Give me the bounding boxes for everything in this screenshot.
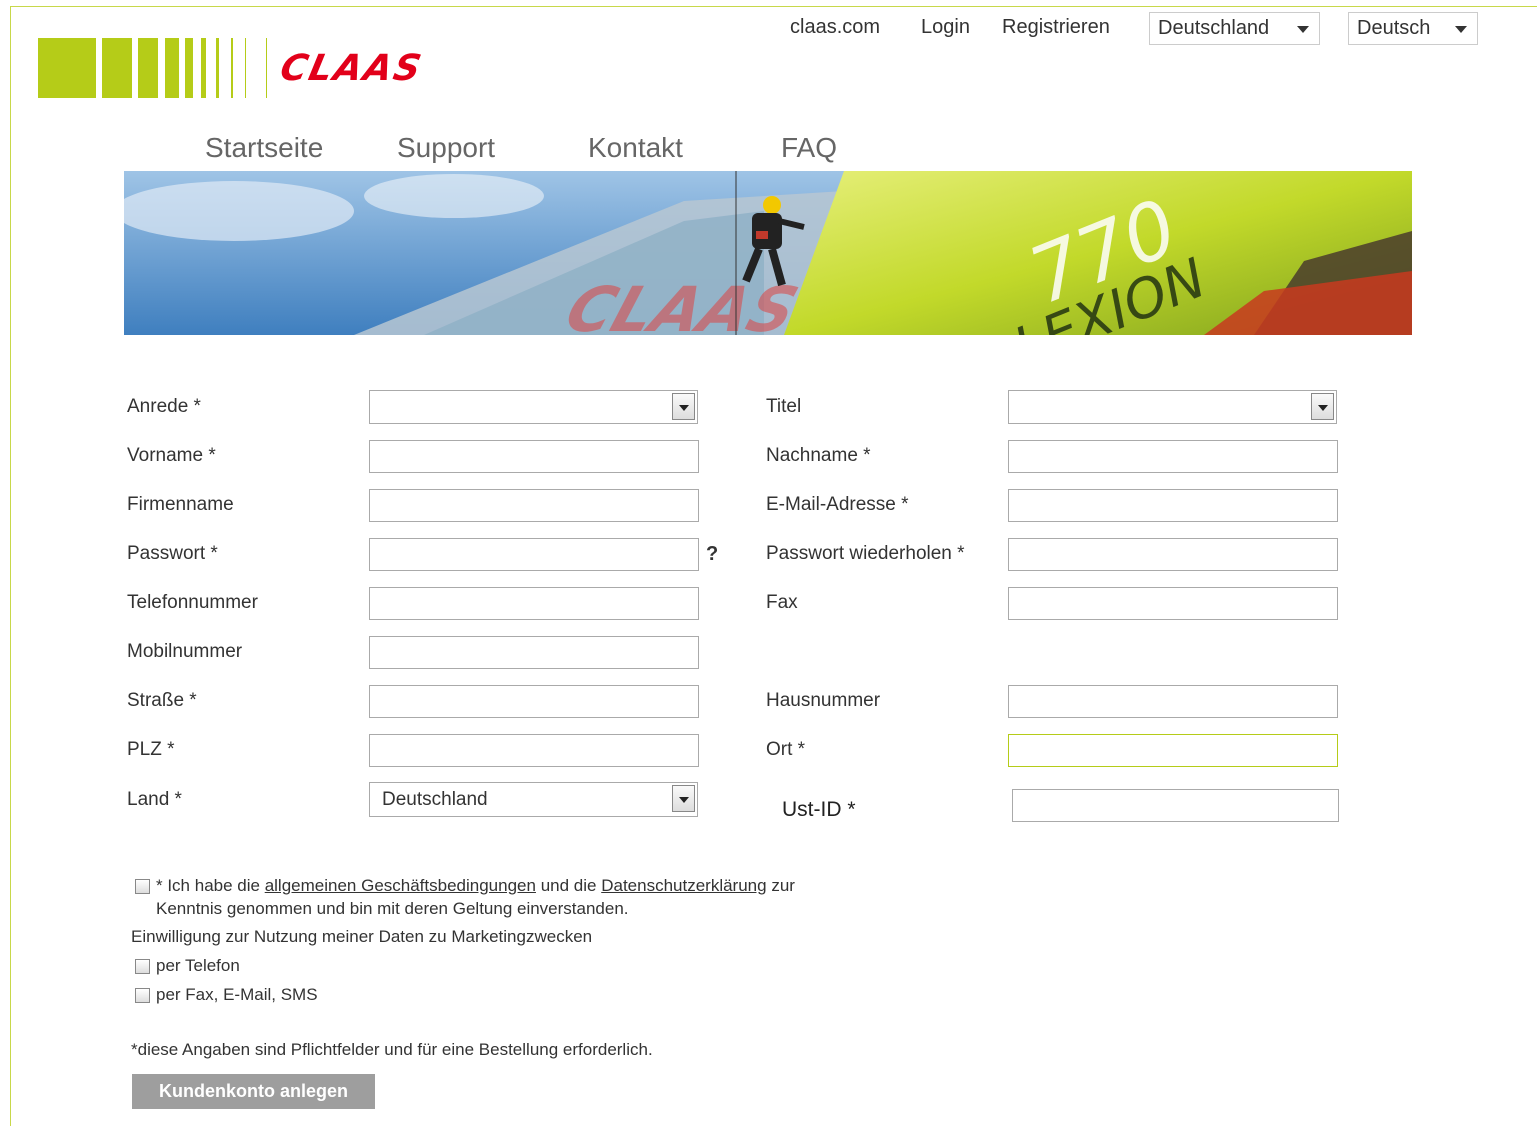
- plz-input[interactable]: [369, 734, 699, 767]
- terms-suffix: zur: [771, 876, 795, 895]
- logo-stripe: [201, 38, 206, 98]
- firmenname-label: Firmenname: [127, 494, 234, 515]
- hausnummer-input[interactable]: [1008, 685, 1338, 718]
- terms-mid: und die: [540, 876, 597, 895]
- land-label: Land *: [127, 789, 182, 810]
- hausnummer-label: Hausnummer: [766, 690, 881, 711]
- nav-faq[interactable]: FAQ: [781, 132, 837, 164]
- ustid-input[interactable]: [1012, 789, 1339, 822]
- nachname-label: Nachname *: [766, 445, 871, 466]
- hero-banner: CLAAS 770 LEXION: [124, 171, 1412, 335]
- marketing-heading: Einwilligung zur Nutzung meiner Daten zu…: [131, 927, 593, 946]
- mobil-label: Mobilnummer: [127, 641, 243, 662]
- fax-consent-checkbox[interactable]: [135, 988, 150, 1003]
- ort-input[interactable]: [1008, 734, 1338, 767]
- country-select[interactable]: Deutschland: [1149, 12, 1320, 45]
- nachname-input[interactable]: [1008, 440, 1338, 473]
- ort-label: Ort *: [766, 739, 806, 760]
- vorname-label: Vorname *: [127, 445, 216, 466]
- terms-prefix: * Ich habe die: [156, 876, 260, 895]
- phone-consent-label: per Telefon: [156, 956, 240, 975]
- language-select-value: Deutsch: [1357, 17, 1431, 39]
- passwort2-input[interactable]: [1008, 538, 1338, 571]
- telefon-label: Telefonnummer: [127, 592, 258, 613]
- anrede-label: Anrede *: [127, 396, 201, 417]
- chevron-down-icon[interactable]: [672, 393, 695, 420]
- terms-checkbox[interactable]: [135, 879, 150, 894]
- banner-claas-text: CLAAS: [557, 274, 806, 335]
- chevron-down-icon: [1455, 26, 1467, 33]
- titel-label: Titel: [766, 396, 802, 417]
- email-label: E-Mail-Adresse *: [766, 494, 909, 515]
- login-link[interactable]: Login: [921, 16, 970, 39]
- mobil-input[interactable]: [369, 636, 699, 669]
- logo-divider: [266, 38, 267, 98]
- password-help-icon[interactable]: ?: [706, 543, 718, 566]
- strasse-label: Straße *: [127, 690, 197, 711]
- nav-kontakt[interactable]: Kontakt: [588, 132, 683, 164]
- passwort-input[interactable]: [369, 538, 699, 571]
- vorname-input[interactable]: [369, 440, 699, 473]
- logo-wordmark: CLAAS: [276, 48, 427, 89]
- email-input[interactable]: [1008, 489, 1338, 522]
- ustid-label: Ust-ID *: [782, 798, 856, 821]
- fax-consent-label: per Fax, E-Mail, SMS: [156, 985, 318, 1004]
- banner-image: CLAAS 770 LEXION: [124, 171, 1412, 335]
- strasse-input[interactable]: [369, 685, 699, 718]
- land-select[interactable]: Deutschland: [369, 782, 698, 817]
- land-value: Deutschland: [382, 789, 488, 810]
- chevron-down-icon[interactable]: [1311, 393, 1334, 420]
- chevron-down-icon[interactable]: [672, 785, 695, 812]
- language-select[interactable]: Deutsch: [1348, 12, 1478, 45]
- terms-line2: Kenntnis genommen und bin mit deren Gelt…: [156, 899, 629, 918]
- claas-com-link[interactable]: claas.com: [790, 16, 880, 39]
- passwort-label: Passwort *: [127, 543, 218, 564]
- logo-stripe: [231, 38, 233, 98]
- register-link[interactable]: Registrieren: [1002, 16, 1110, 39]
- terms-text: * Ich habe die allgemeinen Geschäftsbedi…: [156, 876, 795, 896]
- chevron-down-icon: [1297, 26, 1309, 33]
- logo-stripe: [245, 38, 246, 98]
- passwort2-label: Passwort wiederholen *: [766, 543, 965, 564]
- plz-label: PLZ *: [127, 739, 175, 760]
- nav-startseite[interactable]: Startseite: [205, 132, 323, 164]
- create-account-button[interactable]: Kundenkonto anlegen: [132, 1074, 375, 1109]
- logo-stripe: [102, 38, 132, 98]
- logo-stripe: [38, 38, 96, 98]
- firmenname-input[interactable]: [369, 489, 699, 522]
- required-note: *diese Angaben sind Pflichtfelder und fü…: [131, 1040, 653, 1059]
- logo-stripe: [185, 38, 193, 98]
- logo-stripe: [216, 38, 219, 98]
- phone-consent-checkbox[interactable]: [135, 959, 150, 974]
- logo-stripe: [138, 38, 158, 98]
- privacy-link[interactable]: Datenschutzerklärung: [601, 876, 766, 895]
- country-select-value: Deutschland: [1158, 17, 1270, 39]
- claas-logo[interactable]: CLAAS: [38, 38, 426, 98]
- logo-stripe: [165, 38, 179, 98]
- anrede-select[interactable]: [369, 390, 698, 424]
- nav-support[interactable]: Support: [397, 132, 495, 164]
- agb-link[interactable]: allgemeinen Geschäftsbedingungen: [265, 876, 536, 895]
- fax-input[interactable]: [1008, 587, 1338, 620]
- telefon-input[interactable]: [369, 587, 699, 620]
- titel-select[interactable]: [1008, 390, 1337, 424]
- fax-label: Fax: [766, 592, 798, 613]
